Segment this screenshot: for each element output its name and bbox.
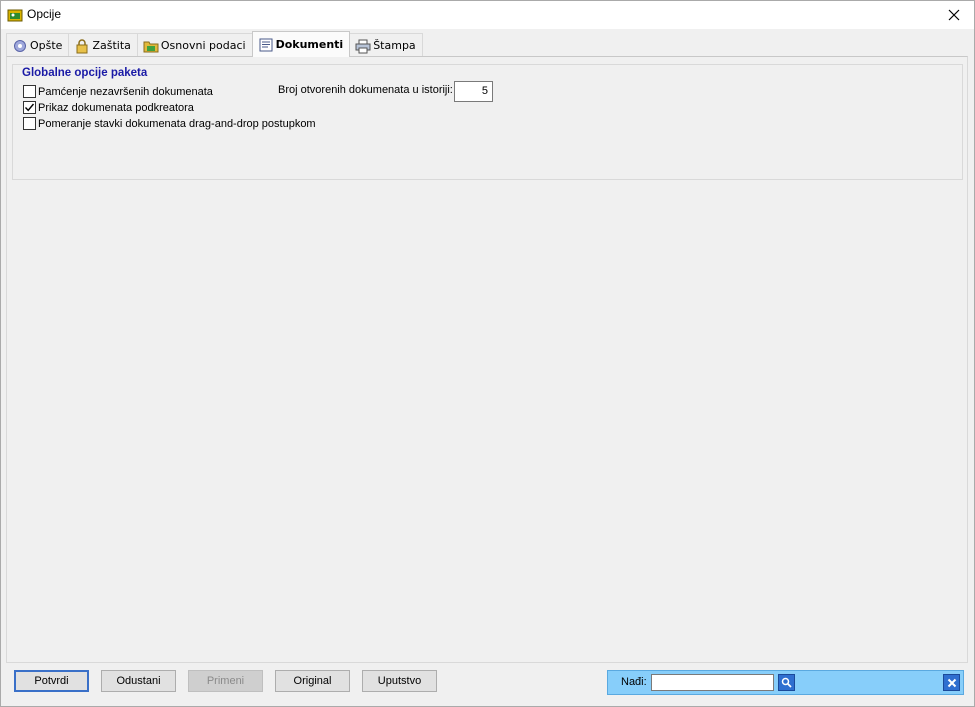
tab-label: Štampa — [373, 39, 416, 52]
confirm-button[interactable]: Potvrdi — [14, 670, 89, 692]
close-icon[interactable] — [940, 4, 968, 26]
option-pomeranje[interactable]: Pomeranje stavki dokumenata drag-and-dro… — [23, 117, 316, 130]
option-prikaz[interactable]: Prikaz dokumenata podkreatora — [23, 101, 194, 114]
tab-opste[interactable]: Opšte — [6, 33, 70, 57]
option-pamcenje[interactable]: Pamćenje nezavršenih dokumenata — [23, 85, 213, 98]
search-input[interactable] — [651, 674, 774, 691]
close-search-icon[interactable] — [943, 674, 960, 691]
tab-label: Zaštita — [92, 39, 131, 52]
tab-label: Opšte — [30, 39, 63, 52]
tab-stampa[interactable]: Štampa — [349, 33, 423, 57]
search-icon[interactable] — [778, 674, 795, 691]
option-label: Pamćenje nezavršenih dokumenata — [38, 85, 213, 98]
apply-button[interactable]: Primeni — [188, 670, 263, 692]
tab-osnovni-podaci[interactable]: Osnovni podaci — [136, 33, 253, 57]
title-bar: Opcije — [1, 1, 974, 29]
folder-icon — [143, 38, 159, 54]
history-count-input[interactable]: 5 — [454, 81, 493, 102]
tab-zastita[interactable]: Zaštita — [68, 33, 138, 57]
checkbox[interactable] — [23, 101, 36, 114]
checkbox[interactable] — [23, 117, 36, 130]
document-icon — [258, 37, 274, 53]
option-label: Prikaz dokumenata podkreatora — [38, 101, 194, 114]
tab-label: Osnovni podaci — [160, 39, 246, 52]
original-button[interactable]: Original — [275, 670, 350, 692]
global-options-group: Globalne opcije paketa Pamćenje nezavrše… — [12, 64, 963, 180]
lock-icon — [74, 38, 90, 54]
option-label: Pomeranje stavki dokumenata drag-and-dro… — [38, 117, 316, 130]
cancel-button[interactable]: Odustani — [101, 670, 176, 692]
search-label: Nađi: — [621, 676, 647, 688]
window-title: Opcije — [27, 7, 62, 21]
checkbox[interactable] — [23, 85, 36, 98]
options-window: Opcije Opšte Zaštita Osnovni podaci Doku… — [0, 0, 975, 707]
tab-dokumenti[interactable]: Dokumenti — [251, 31, 351, 57]
tab-strip: Opšte Zaštita Osnovni podaci Dokumenti Š… — [6, 31, 423, 57]
app-icon — [7, 7, 23, 23]
group-title: Globalne opcije paketa — [22, 67, 148, 79]
history-count-label: Broj otvorenih dokumenata u istoriji: — [278, 84, 453, 96]
search-bar: Nađi: — [607, 670, 964, 695]
tab-panel: Globalne opcije paketa Pamćenje nezavrše… — [6, 56, 968, 663]
help-button[interactable]: Uputstvo — [362, 670, 437, 692]
gear-icon — [12, 38, 28, 54]
printer-icon — [355, 38, 371, 54]
tab-label: Dokumenti — [275, 38, 344, 51]
checkmark-icon — [24, 103, 35, 112]
